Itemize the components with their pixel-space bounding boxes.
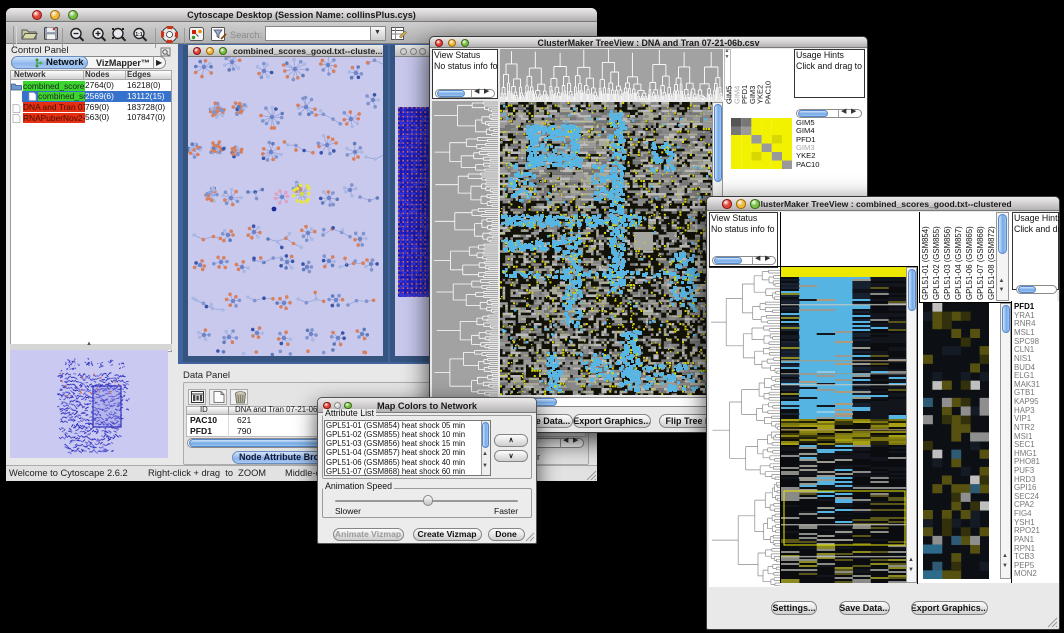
svg-text:GPL51-07 (GSM868): GPL51-07 (GSM868) [976,226,985,300]
svg-text:GPL51-08 (GSM872): GPL51-08 (GSM872) [987,226,996,300]
svg-text:PAC10: PAC10 [764,81,773,104]
svg-text:GPL51-02 (GSM855): GPL51-02 (GSM855) [932,226,941,300]
svg-text:GPL51-03 (GSM856): GPL51-03 (GSM856) [943,226,952,300]
svg-text:GPL51-06 (GSM865): GPL51-06 (GSM865) [965,226,974,300]
svg-text:GPL51-01 (GSM854): GPL51-01 (GSM854) [921,226,930,300]
svg-text:GPL51-04 (GSM857): GPL51-04 (GSM857) [954,226,963,300]
svg-text:1:1: 1:1 [135,32,142,38]
